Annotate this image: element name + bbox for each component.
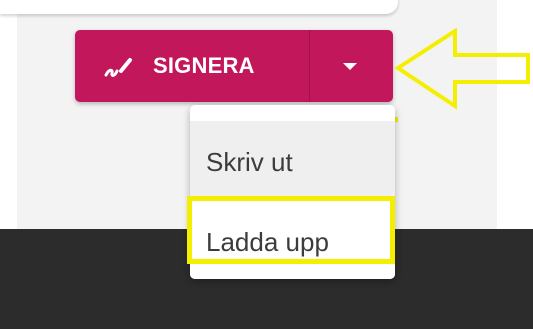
caret-down-icon: [343, 63, 357, 70]
arrow-left-icon: [394, 28, 530, 110]
menu-item-label: Skriv ut: [206, 147, 293, 177]
pen-sign-icon: [103, 54, 135, 80]
sign-button-label: SIGNERA: [153, 53, 255, 78]
menu-item-label: Ladda upp: [206, 227, 329, 257]
dropdown-menu: Skriv ut Ladda upp: [190, 105, 395, 279]
sign-split-button: SIGNERA: [75, 30, 393, 102]
top-card: [0, 0, 398, 14]
menu-item-print[interactable]: Skriv ut: [190, 121, 395, 201]
dropdown-toggle-button[interactable]: [310, 30, 393, 102]
menu-item-upload[interactable]: Ladda upp: [190, 201, 395, 279]
sign-button[interactable]: SIGNERA: [75, 30, 309, 102]
